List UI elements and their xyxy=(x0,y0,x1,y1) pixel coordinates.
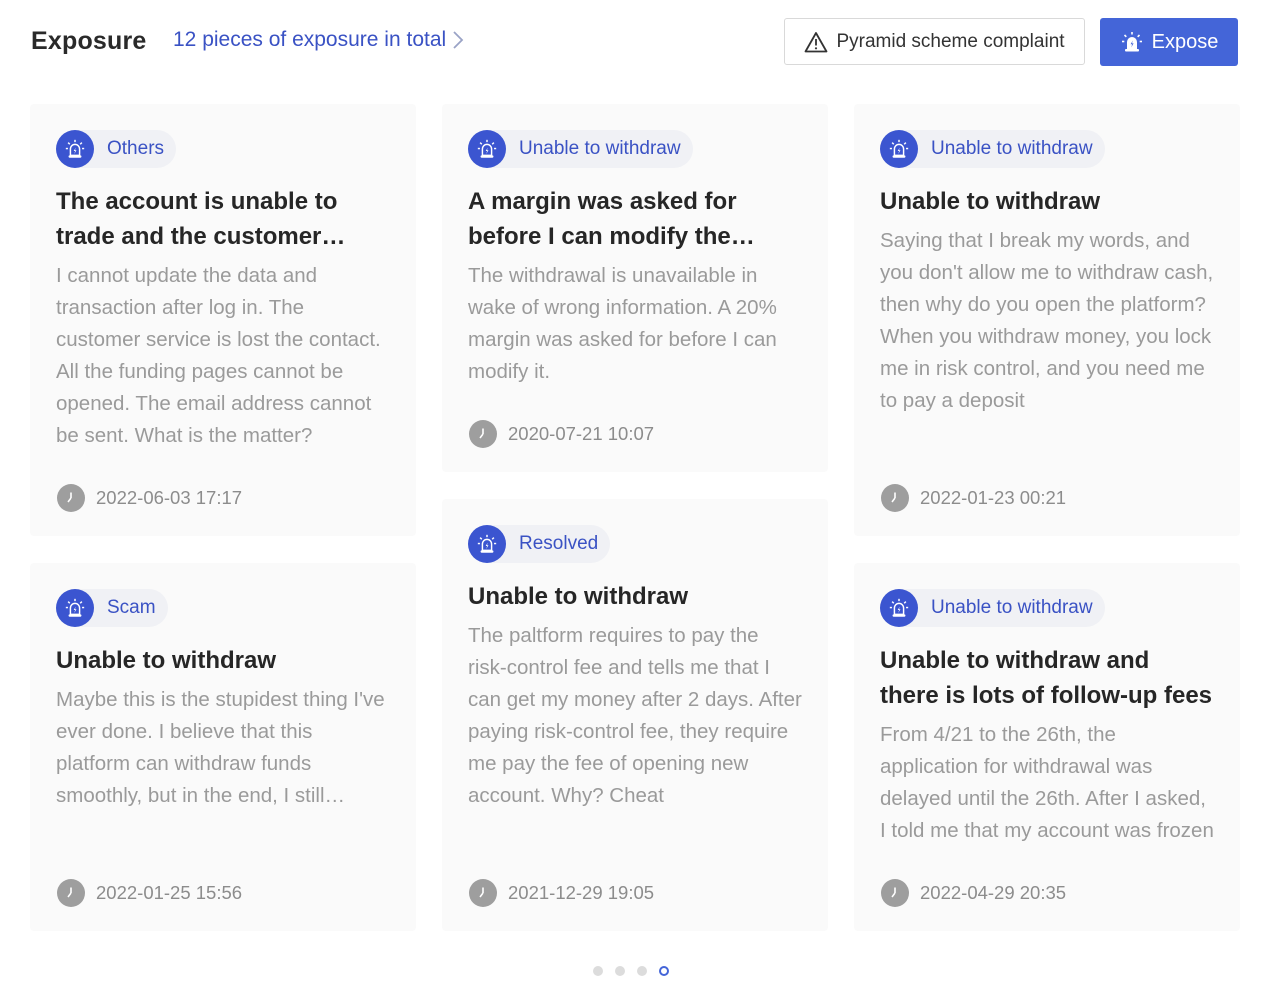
pyramid-complaint-label: Pyramid scheme complaint xyxy=(836,30,1065,52)
total-exposure-link[interactable]: 12 pieces of exposure in total xyxy=(173,28,464,52)
exposure-card[interactable]: Resolved Unable to withdraw The paltform… xyxy=(442,499,828,931)
category-label: Unable to withdraw xyxy=(931,597,1093,618)
card-title: The account is unable to trade and the c… xyxy=(56,188,338,250)
category-tag: Scam xyxy=(56,589,168,627)
alarm-badge-icon xyxy=(56,589,94,627)
clock-icon xyxy=(469,420,497,448)
alarm-icon xyxy=(1121,32,1142,52)
timestamp-text: 2021-12-29 19:05 xyxy=(508,882,655,903)
category-label: Unable to withdraw xyxy=(931,138,1093,159)
chevron-right-icon xyxy=(453,31,464,49)
card-body: Saying that I break my words, and you do… xyxy=(880,229,1214,412)
exposure-card[interactable]: Unable to withdraw Unable to withdraw Sa… xyxy=(854,104,1240,536)
card-body: The withdrawal is unavailable in wake of… xyxy=(468,264,777,383)
card-body: The paltform requires to pay the risk-co… xyxy=(468,624,802,807)
alarm-badge-icon xyxy=(880,589,918,627)
total-exposure-label: 12 pieces of exposure in total xyxy=(173,28,447,51)
timestamp-text: 2020-07-21 10:07 xyxy=(508,423,655,444)
alarm-badge-icon xyxy=(880,130,918,168)
category-tag: Unable to withdraw xyxy=(880,589,1105,627)
category-label: Unable to withdraw xyxy=(519,138,681,159)
card-timestamp: 2020-07-21 10:07 xyxy=(469,420,654,448)
page-title: Exposure xyxy=(31,27,147,55)
page-dot-1[interactable] xyxy=(593,966,603,976)
page-header: Exposure 12 pieces of exposure in total … xyxy=(0,0,1268,86)
category-label: Others xyxy=(107,138,165,159)
card-timestamp: 2022-01-25 15:56 xyxy=(57,879,242,907)
card-body: I cannot update the data and transaction… xyxy=(56,264,381,447)
alarm-badge-icon xyxy=(56,130,94,168)
category-tag: Unable to withdraw xyxy=(880,130,1105,168)
card-timestamp: 2022-06-03 17:17 xyxy=(57,484,242,512)
exposure-card[interactable]: Others The account is unable to trade an… xyxy=(30,104,416,536)
exposure-card[interactable]: Unable to withdraw A margin was asked fo… xyxy=(442,104,828,472)
timestamp-text: 2022-01-23 00:21 xyxy=(920,487,1067,508)
category-label: Scam xyxy=(107,597,156,618)
exposure-card[interactable]: Scam Unable to withdraw Maybe this is th… xyxy=(30,563,416,931)
expose-button[interactable]: Expose xyxy=(1100,18,1238,66)
clock-icon xyxy=(57,484,85,512)
warning-icon xyxy=(805,31,828,52)
category-tag: Others xyxy=(56,130,177,168)
page-dot-4-active[interactable] xyxy=(659,966,669,976)
card-timestamp: 2022-04-29 20:35 xyxy=(881,879,1066,907)
clock-icon xyxy=(881,879,909,907)
category-tag: Unable to withdraw xyxy=(468,130,693,168)
card-timestamp: 2022-01-23 00:21 xyxy=(881,484,1066,512)
clock-icon xyxy=(57,879,85,907)
card-title: Unable to withdraw xyxy=(468,583,689,610)
card-title: Unable to withdraw xyxy=(880,188,1101,215)
page-dot-2[interactable] xyxy=(615,966,625,976)
card-body: Maybe this is the stupidest thing I've e… xyxy=(56,688,385,807)
card-body: From 4/21 to the 26th, the application f… xyxy=(880,723,1214,842)
category-tag: Resolved xyxy=(468,525,611,563)
timestamp-text: 2022-01-25 15:56 xyxy=(96,882,243,903)
alarm-badge-icon xyxy=(468,130,506,168)
timestamp-text: 2022-04-29 20:35 xyxy=(920,882,1067,903)
page-dot-3[interactable] xyxy=(637,966,647,976)
carousel-pagination xyxy=(593,966,681,976)
category-label: Resolved xyxy=(519,533,599,554)
clock-icon xyxy=(469,879,497,907)
alarm-badge-icon xyxy=(468,525,506,563)
card-title: Unable to withdraw xyxy=(56,647,277,674)
expose-label: Expose xyxy=(1151,30,1219,53)
card-timestamp: 2021-12-29 19:05 xyxy=(469,879,654,907)
clock-icon xyxy=(881,484,909,512)
card-title: Unable to withdraw and there is lots of … xyxy=(880,647,1213,709)
exposure-card[interactable]: Unable to withdraw Unable to withdraw an… xyxy=(854,563,1240,931)
timestamp-text: 2022-06-03 17:17 xyxy=(96,487,243,508)
pyramid-complaint-button[interactable]: Pyramid scheme complaint xyxy=(784,18,1085,65)
card-title: A margin was asked for before I can modi… xyxy=(468,188,737,250)
